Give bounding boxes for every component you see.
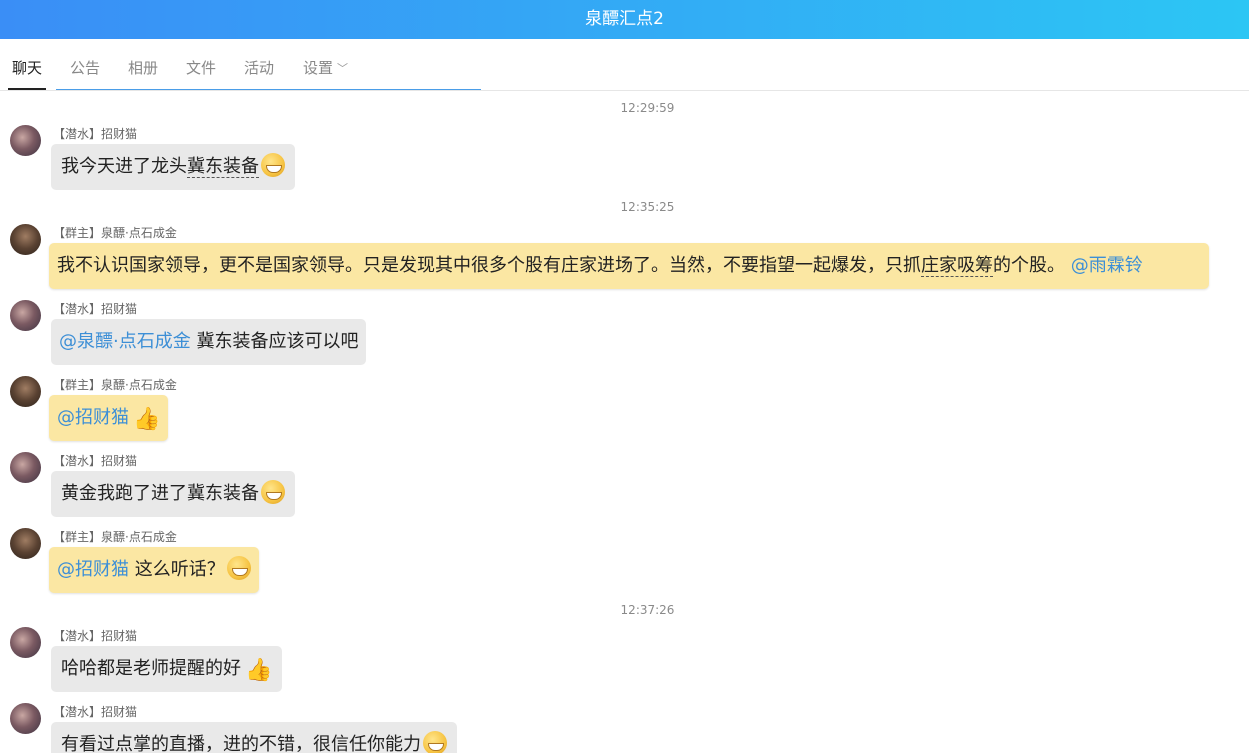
timestamp: 12:35:25 (620, 200, 675, 214)
message-text: 有看过点掌的直播，进的不错，很信任你能力 (61, 734, 421, 753)
message-text: 哈哈都是老师提醒的好 (61, 658, 241, 679)
stock-link[interactable]: 冀东装备 (187, 156, 259, 178)
thumbs-up-emoji-icon: 👍 (245, 658, 273, 683)
avatar[interactable] (10, 703, 41, 734)
chat-messages[interactable]: 12:29:59 【潜水】招财猫 我今天进了龙头冀东装备 12:35:25 【群… (0, 90, 1249, 753)
sender-name: 【群主】泉醥·点石成金 (53, 378, 177, 392)
message-bubble: 有看过点掌的直播，进的不错，很信任你能力 (51, 722, 457, 753)
message-bubble: @招财猫 这么听话？ (49, 547, 259, 593)
tab-files[interactable]: 文件 (186, 39, 216, 88)
message-bubble: 哈哈都是老师提醒的好 👍 (51, 646, 283, 692)
tab-chat[interactable]: 聊天 (8, 39, 47, 90)
message-text: 我今天进了龙头 (61, 156, 187, 177)
message-bubble: 我今天进了龙头冀东装备 (51, 144, 295, 190)
avatar[interactable] (10, 452, 41, 483)
thumbs-up-emoji-icon: 👍 (133, 407, 161, 432)
message-bubble: 我不认识国家领导，更不是国家领导。只是发现其中很多个股有庄家进场了。当然，不要指… (49, 243, 1209, 289)
grin-emoji-icon (423, 731, 447, 753)
mention-link[interactable]: @泉醥·点石成金 (59, 331, 191, 352)
mention-link[interactable]: @雨霖铃 (1071, 255, 1143, 276)
avatar[interactable] (10, 125, 41, 156)
mention-link[interactable]: @招财猫 (57, 407, 129, 428)
tab-bar: 聊天 公告 相册 文件 活动 设置 ﹀ (0, 39, 1249, 91)
timestamp: 12:37:26 (620, 603, 675, 617)
avatar[interactable] (10, 627, 41, 658)
message-bubble: 黄金我跑了进了冀东装备 (51, 471, 295, 517)
grin-emoji-icon (261, 480, 285, 504)
tab-settings-label: 设置 (303, 59, 334, 77)
avatar[interactable] (10, 300, 41, 331)
message-text: 冀东装备应该可以吧 (196, 331, 359, 352)
tab-announcement[interactable]: 公告 (70, 39, 100, 88)
timestamp: 12:29:59 (620, 101, 675, 115)
sender-name: 【群主】泉醥·点石成金 (53, 226, 177, 240)
message-text: 我不认识国家领导，更不是国家领导。只是发现其中很多个股有庄家进场了。当然，不要指… (57, 255, 921, 276)
message-bubble: @招财猫 👍 (49, 395, 169, 441)
grin-emoji-icon (226, 556, 251, 580)
keyword-link[interactable]: 庄家吸筹 (921, 255, 993, 277)
message-text: 黄金我跑了进了冀东装备 (61, 483, 259, 504)
sender-name: 【潜水】招财猫 (53, 127, 138, 141)
tab-activity[interactable]: 活动 (244, 39, 274, 88)
grin-emoji-icon (261, 153, 285, 177)
tab-settings[interactable]: 设置 ﹀ (303, 39, 348, 88)
tab-album[interactable]: 相册 (128, 39, 158, 88)
avatar[interactable] (10, 224, 41, 255)
sender-name: 【潜水】招财猫 (53, 454, 138, 468)
avatar[interactable] (10, 528, 41, 559)
chevron-down-icon: ﹀ (337, 62, 349, 75)
sender-name: 【潜水】招财猫 (53, 302, 138, 316)
sender-name: 【潜水】招财猫 (53, 705, 138, 719)
window-title: 泉醥汇点2 (0, 0, 1249, 39)
avatar[interactable] (10, 376, 41, 407)
sender-name: 【潜水】招财猫 (53, 629, 138, 643)
message-text: 这么听话？ (134, 559, 225, 580)
message-bubble: @泉醥·点石成金 冀东装备应该可以吧 (51, 319, 367, 365)
mention-link[interactable]: @招财猫 (57, 559, 129, 580)
sender-name: 【群主】泉醥·点石成金 (53, 530, 177, 544)
message-text: 的个股。 (993, 255, 1065, 276)
